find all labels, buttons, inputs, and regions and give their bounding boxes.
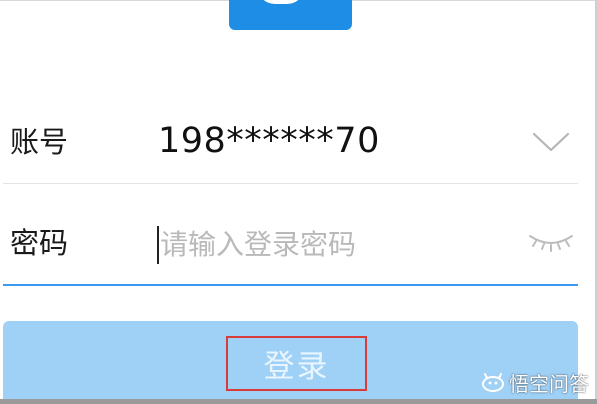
password-label: 密码 [10,226,69,260]
eye-closed-icon[interactable] [527,230,575,254]
chevron-down-icon[interactable] [531,130,571,154]
bottom-edge [0,399,597,404]
account-divider [3,183,578,184]
highlight-box [226,336,367,391]
watermark-logo-icon [482,372,504,392]
app-logo-icon [229,0,352,30]
text-caret [157,226,159,264]
login-screen: 账号 198******70 密码 登录 悟空问答 [0,0,597,404]
account-label: 账号 [10,125,69,159]
password-input[interactable] [160,220,510,268]
watermark: 悟空问答 [481,368,589,397]
account-field[interactable]: 198******70 [158,124,380,159]
logo-cloud-shape [257,0,305,4]
watermark-text: 悟空问答 [509,372,589,396]
password-focus-underline [3,284,578,286]
